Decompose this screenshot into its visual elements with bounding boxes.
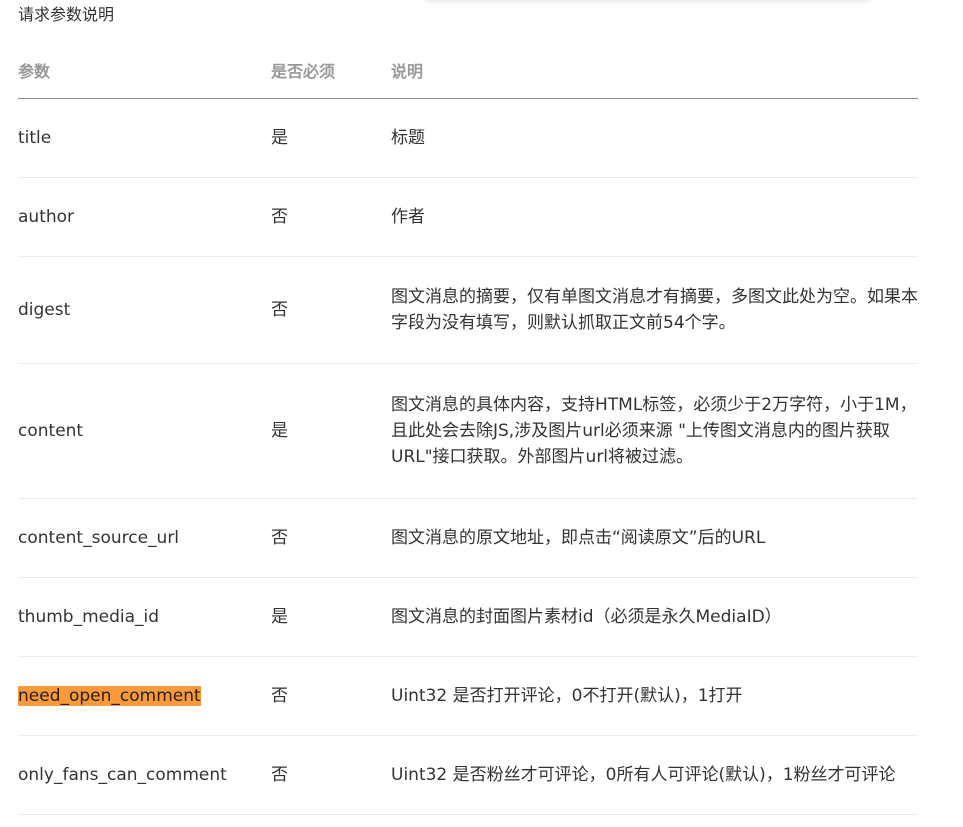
param-name: only_fans_can_comment (18, 735, 271, 815)
param-name: author (18, 177, 271, 257)
param-required: 是 (271, 98, 391, 178)
header-required: 是否必须 (271, 46, 391, 99)
params-table: 参数 是否必须 说明 title 是 标题 author 否 作者 digest… (18, 46, 918, 815)
param-required: 否 (271, 735, 391, 815)
param-description: Uint32 是否粉丝才可评论，0所有人可评论(默认)，1粉丝才可评论 (391, 735, 918, 815)
param-name: digest (18, 256, 271, 364)
param-name: content (18, 363, 271, 499)
table-row: content_source_url 否 图文消息的原文地址，即点击“阅读原文”… (18, 498, 918, 578)
param-description: 作者 (391, 177, 918, 257)
param-description: 图文消息的原文地址，即点击“阅读原文”后的URL (391, 498, 918, 578)
param-description: 标题 (391, 98, 918, 178)
section-title: 请求参数说明 (18, 5, 115, 24)
table-row: only_fans_can_comment 否 Uint32 是否粉丝才可评论，… (18, 735, 918, 815)
param-required: 是 (271, 363, 391, 499)
param-name: title (18, 98, 271, 178)
param-name: thumb_media_id (18, 577, 271, 657)
header-param: 参数 (18, 46, 271, 99)
table-header-row: 参数 是否必须 说明 (18, 46, 918, 99)
highlighted-param-name: need_open_comment (18, 686, 201, 706)
param-name-cell: need_open_comment (18, 656, 271, 736)
param-description: 图文消息的摘要，仅有单图文消息才有摘要，多图文此处为空。如果本字段为没有填写，则… (391, 256, 918, 364)
param-name: content_source_url (18, 498, 271, 578)
param-required: 否 (271, 656, 391, 736)
param-description: Uint32 是否打开评论，0不打开(默认)，1打开 (391, 656, 918, 736)
param-description: 图文消息的具体内容，支持HTML标签，必须少于2万字符，小于1M，且此处会去除J… (391, 363, 918, 499)
param-required: 否 (271, 256, 391, 364)
param-required: 否 (271, 177, 391, 257)
table-row: need_open_comment 否 Uint32 是否打开评论，0不打开(默… (18, 656, 918, 736)
header-description: 说明 (391, 46, 918, 99)
table-row: title 是 标题 (18, 98, 918, 178)
table-row: digest 否 图文消息的摘要，仅有单图文消息才有摘要，多图文此处为空。如果本… (18, 256, 918, 364)
table-row: thumb_media_id 是 图文消息的封面图片素材id（必须是永久Medi… (18, 577, 918, 657)
table-row: content 是 图文消息的具体内容，支持HTML标签，必须少于2万字符，小于… (18, 363, 918, 499)
table-row: author 否 作者 (18, 177, 918, 257)
param-description: 图文消息的封面图片素材id（必须是永久MediaID） (391, 577, 918, 657)
param-required: 是 (271, 577, 391, 657)
param-required: 否 (271, 498, 391, 578)
